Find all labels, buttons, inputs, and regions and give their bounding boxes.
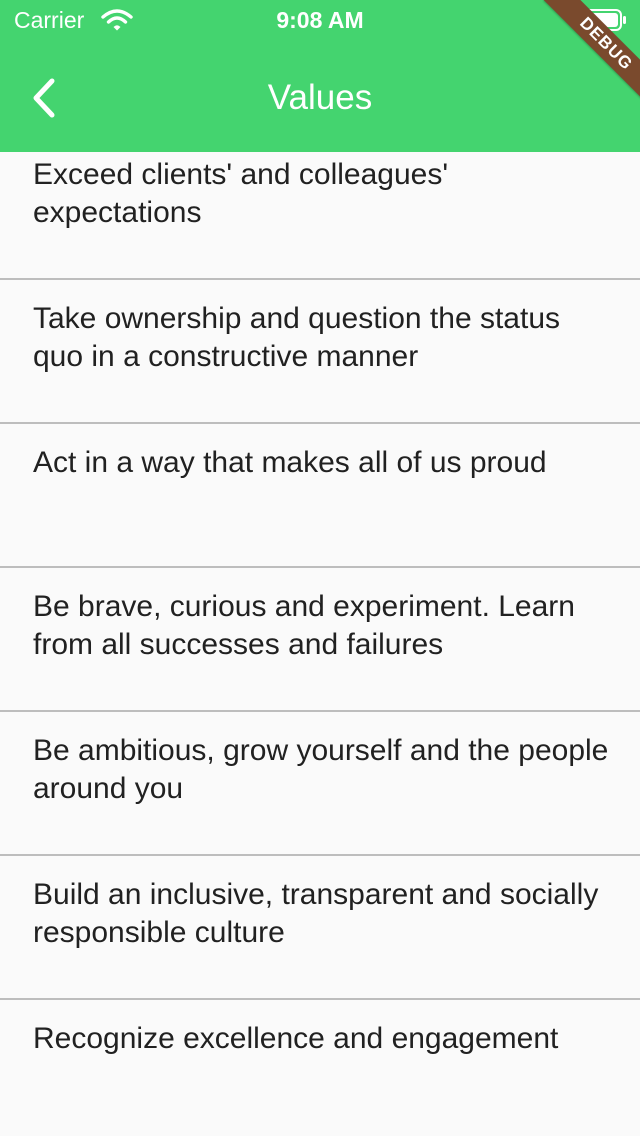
list-item-text: Be brave, curious and experiment. Learn … [33, 590, 575, 661]
list-item[interactable]: Be ambitious, grow yourself and the peop… [0, 712, 640, 856]
status-bar: Carrier 9:08 AM [0, 0, 640, 40]
list-item-text: Take ownership and question the status q… [33, 302, 561, 373]
list-item[interactable]: Build an inclusive, transparent and soci… [0, 856, 640, 1000]
list-item-text: Act in a way that makes all of us proud [33, 446, 547, 479]
app-bar: Carrier 9:08 AM Values DEBUG [0, 0, 640, 152]
list-item[interactable]: Take ownership and question the status q… [0, 280, 640, 424]
list-item-text: Exceed clients' and colleagues' expectat… [33, 158, 449, 229]
values-list[interactable]: Exceed clients' and colleagues' expectat… [0, 152, 640, 1136]
list-item[interactable]: Be brave, curious and experiment. Learn … [0, 568, 640, 712]
list-item[interactable]: Act in a way that makes all of us proud [0, 424, 640, 568]
list-item[interactable]: Recognize excellence and engagement [0, 1000, 640, 1136]
page-title: Values [267, 78, 373, 117]
list-item-text: Recognize excellence and engagement [33, 1022, 559, 1055]
battery-icon [582, 8, 628, 32]
list-item[interactable]: Exceed clients' and colleagues' expectat… [0, 152, 640, 280]
list-item-text: Build an inclusive, transparent and soci… [33, 878, 599, 949]
status-bar-time: 9:08 AM [276, 7, 364, 33]
list-item-text: Be ambitious, grow yourself and the peop… [33, 734, 609, 805]
